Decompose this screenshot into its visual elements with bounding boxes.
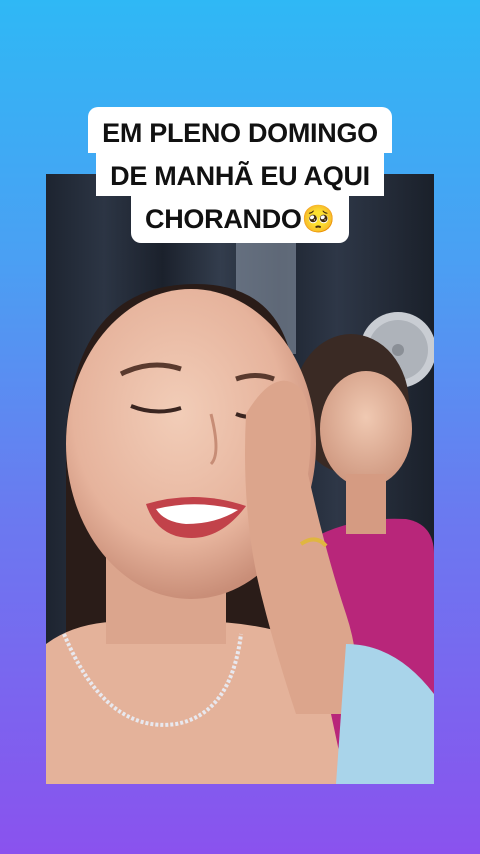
- video-frame-illustration: [46, 174, 434, 784]
- video-frame[interactable]: [46, 174, 434, 784]
- second-woman-face: [320, 371, 412, 487]
- caption-line-1: EM PLENO DOMINGO: [88, 107, 392, 153]
